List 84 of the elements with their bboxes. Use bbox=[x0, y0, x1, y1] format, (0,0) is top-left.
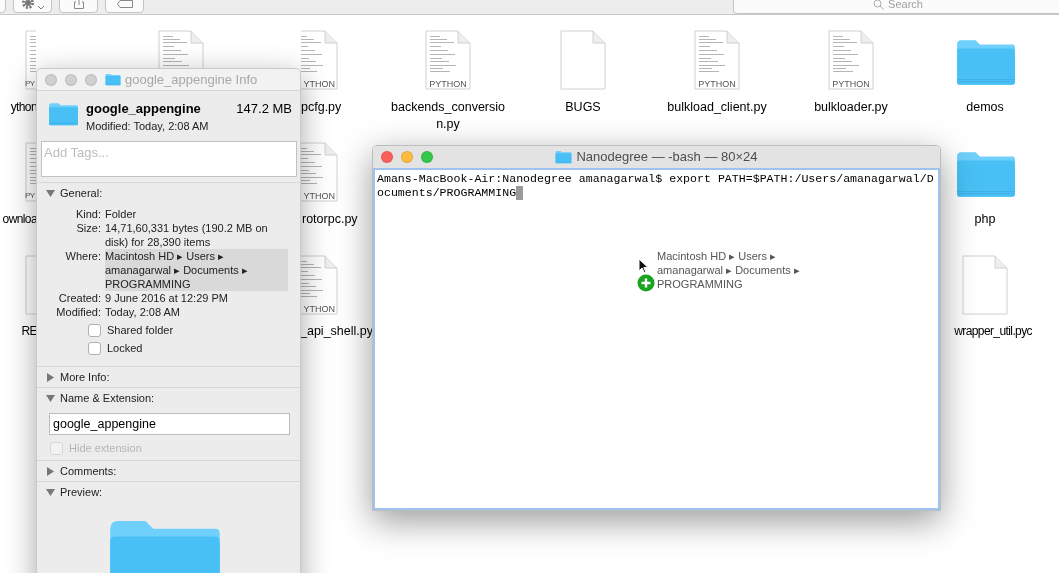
file-type-label: YTHON bbox=[303, 79, 335, 89]
property-label: Created: bbox=[57, 291, 101, 305]
file-type-label: YTHON bbox=[303, 191, 335, 201]
cursor bbox=[516, 186, 524, 200]
file-type-label: PYTHON bbox=[428, 79, 468, 89]
name-field[interactable]: google_appengine bbox=[49, 413, 290, 435]
python-file-icon[interactable] bbox=[694, 30, 740, 90]
expanded-triangle-icon[interactable] bbox=[46, 394, 55, 403]
checkbox[interactable] bbox=[88, 341, 101, 355]
terminal-line: Amans-MacBook-Air:Nanodegree amanagarwal$ export PATH=$PATH:/Users/amanagarwal/D bbox=[377, 172, 934, 186]
document-icon[interactable] bbox=[962, 255, 1008, 315]
property-label: Kind: bbox=[74, 207, 101, 221]
collapsed-triangle-icon[interactable] bbox=[46, 373, 55, 382]
checkbox-label: Locked bbox=[107, 340, 143, 356]
file-type-label: PY bbox=[25, 79, 35, 89]
minimize-button[interactable] bbox=[401, 151, 413, 163]
caret-icon bbox=[38, 6, 44, 10]
tags-field[interactable]: Add Tags... bbox=[41, 141, 297, 177]
python-file-icon[interactable] bbox=[158, 30, 204, 68]
preview-heading[interactable]: Preview: bbox=[60, 484, 103, 501]
file-name[interactable]: demos bbox=[945, 99, 1025, 116]
checkbox-label: Shared folder bbox=[107, 322, 174, 338]
minimize-button[interactable] bbox=[65, 73, 77, 86]
close-button[interactable] bbox=[381, 151, 393, 163]
file-name[interactable]: bulkloader.py bbox=[791, 99, 911, 116]
folder-icon bbox=[105, 73, 121, 86]
add-badge-icon bbox=[637, 274, 655, 292]
modified-date: Modified: Today, 2:08 AM bbox=[86, 119, 210, 134]
window-title: google_appengine Info bbox=[125, 70, 258, 89]
file-type-label: YTHON bbox=[303, 304, 335, 314]
file-type-label: PY bbox=[25, 191, 35, 201]
file-type-label: PYTHON bbox=[831, 79, 871, 89]
pointer-icon bbox=[638, 258, 649, 274]
name-extension-heading[interactable]: Name & Extension: bbox=[60, 390, 155, 407]
search-icon bbox=[873, 0, 885, 10]
gear-icon bbox=[21, 0, 35, 10]
expanded-triangle-icon[interactable] bbox=[46, 189, 55, 198]
property-value: Folder bbox=[105, 207, 138, 221]
file-name[interactable]: rotorpc.py bbox=[302, 211, 358, 228]
property-label: Size: bbox=[75, 221, 101, 236]
general-heading[interactable]: General: bbox=[60, 185, 103, 202]
zoom-button[interactable] bbox=[85, 73, 97, 86]
python-file-icon[interactable] bbox=[425, 30, 471, 90]
file-name[interactable]: php bbox=[945, 211, 1025, 228]
property-label: Where: bbox=[64, 249, 101, 264]
checkbox[interactable] bbox=[88, 323, 101, 337]
zoom-button[interactable] bbox=[421, 151, 433, 163]
folder-icon bbox=[955, 150, 1017, 198]
share-icon bbox=[73, 0, 84, 9]
folder-icon bbox=[48, 101, 79, 127]
file-name[interactable]: _api_shell.py bbox=[300, 323, 373, 340]
file-name[interactable]: BUGS bbox=[523, 99, 643, 116]
python-file-icon[interactable] bbox=[25, 30, 36, 90]
tag-icon bbox=[116, 0, 133, 9]
drag-path-text: Macintosh HD ▸ Users ▸ bbox=[657, 249, 776, 263]
file-name[interactable]: backends_conversion.py bbox=[388, 99, 508, 133]
collapsed-triangle-icon[interactable] bbox=[46, 467, 55, 476]
python-file-icon[interactable] bbox=[301, 255, 338, 315]
python-file-icon[interactable] bbox=[301, 142, 338, 202]
property-value: Today, 2:08 AM bbox=[105, 305, 181, 319]
folder-icon bbox=[955, 38, 1017, 86]
file-name[interactable]: wrapper_util.pyc bbox=[954, 323, 1032, 340]
property-label: Modified: bbox=[55, 305, 101, 319]
comments-heading[interactable]: Comments: bbox=[60, 463, 117, 480]
file-name[interactable]: bulkload_client.py bbox=[657, 99, 777, 116]
drag-path-text: amanagarwal ▸ Documents ▸ bbox=[657, 263, 800, 277]
python-file-icon[interactable] bbox=[301, 30, 338, 90]
property-value: Macintosh HD ▸ Users ▸ amanagarwal ▸ Documents ▸ PROGRAMMING bbox=[105, 249, 288, 291]
close-button[interactable] bbox=[45, 73, 57, 86]
window-title: Nanodegree — -bash — 80×24 bbox=[576, 148, 758, 167]
file-type-label: PYTHON bbox=[697, 79, 737, 89]
python-file-icon[interactable] bbox=[25, 142, 36, 202]
expanded-triangle-icon[interactable] bbox=[46, 488, 55, 497]
file-name: google_appengine bbox=[86, 101, 201, 117]
file-name[interactable]: RE bbox=[21, 323, 37, 340]
property-value: 14,71,60,331 bytes (190.2 MB on disk) for 28,390 items bbox=[105, 221, 269, 249]
file-name[interactable]: pcfg.py bbox=[301, 99, 342, 116]
python-file-icon[interactable] bbox=[828, 30, 874, 90]
property-value: 9 June 2016 at 12:29 PM bbox=[105, 291, 229, 305]
terminal-line: ocuments/PROGRAMMING bbox=[377, 186, 517, 200]
more-info-heading[interactable]: More Info: bbox=[60, 369, 110, 386]
folder-icon bbox=[555, 150, 573, 164]
file-size: 147.2 MB bbox=[236, 101, 292, 117]
drag-path-text: PROGRAMMING bbox=[657, 277, 743, 291]
